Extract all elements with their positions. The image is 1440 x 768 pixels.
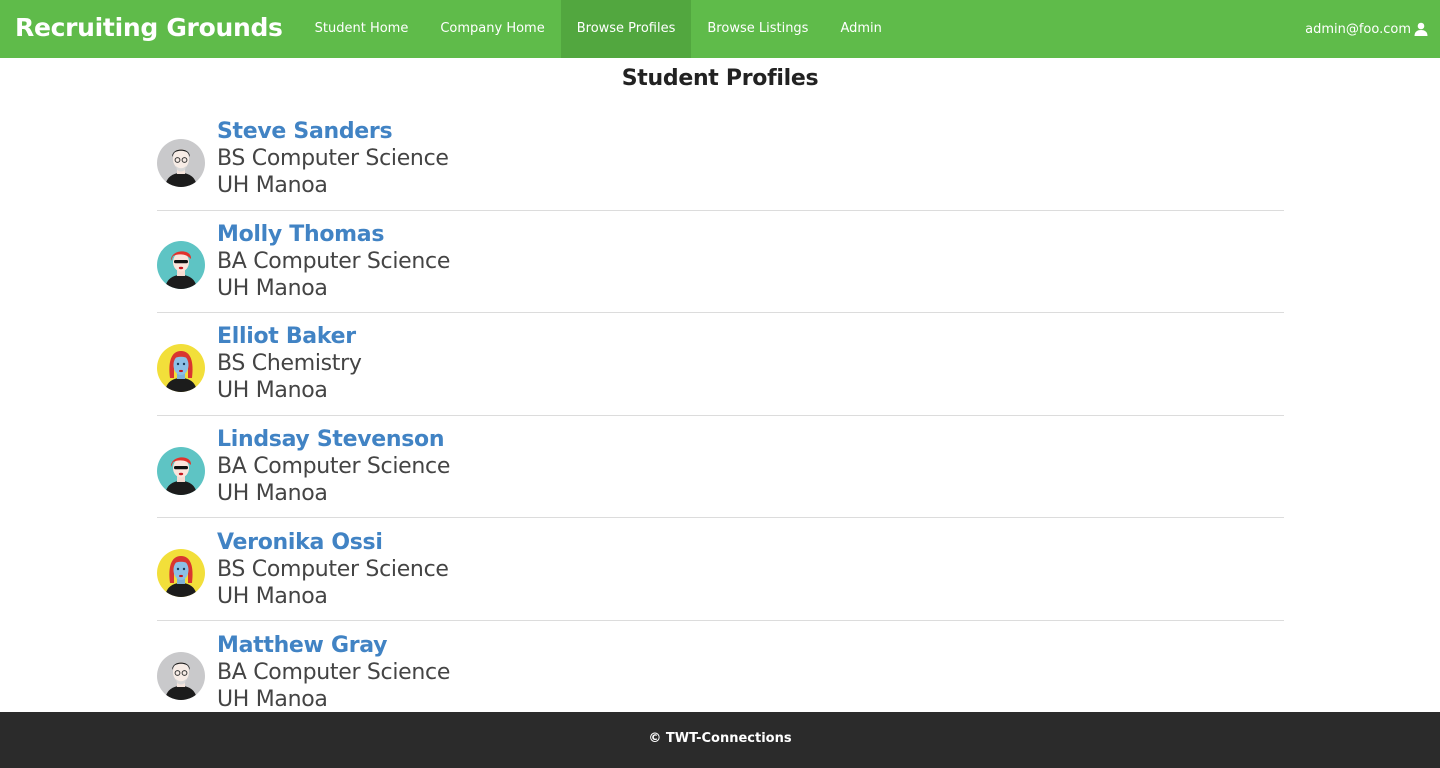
user-email: admin@foo.com	[1305, 21, 1411, 37]
profile-item: Steve Sanders BS Computer Science UH Man…	[157, 108, 1284, 211]
profile-school: UH Manoa	[217, 173, 328, 199]
profile-item: Molly Thomas BA Computer Science UH Mano…	[157, 211, 1284, 314]
profile-degree: BS Computer Science	[217, 146, 449, 172]
profile-info: Molly Thomas BA Computer Science UH Mano…	[217, 221, 450, 302]
profile-name-link[interactable]: Molly Thomas	[217, 221, 450, 248]
profile-school: UH Manoa	[217, 686, 328, 712]
profile-name-link[interactable]: Veronika Ossi	[217, 529, 449, 556]
profile-school: UH Manoa	[217, 481, 328, 507]
profile-school: UH Manoa	[217, 378, 328, 404]
profile-name-link[interactable]: Steve Sanders	[217, 118, 449, 145]
teal-redhair-avatar-icon[interactable]	[157, 241, 205, 290]
footer-copyright: © TWT-Connections	[648, 731, 792, 746]
user-menu[interactable]: admin@foo.com	[1305, 0, 1428, 58]
teal-redhair-avatar-icon[interactable]	[157, 446, 205, 495]
nav-company-home[interactable]: Company Home	[424, 0, 560, 58]
profile-item: Elliot Baker BS Chemistry UH Manoa	[157, 313, 1284, 416]
profile-item: Lindsay Stevenson BA Computer Science UH…	[157, 416, 1284, 519]
profile-info: Matthew Gray BA Computer Science UH Mano…	[217, 632, 450, 713]
gray-male-avatar-icon[interactable]	[157, 652, 205, 701]
nav-browse-listings[interactable]: Browse Listings	[691, 0, 824, 58]
footer: © TWT-Connections	[0, 712, 1440, 768]
brand-logo[interactable]: Recruiting Grounds	[0, 0, 299, 58]
profile-item: Matthew Gray BA Computer Science UH Mano…	[157, 621, 1284, 724]
nav-student-home[interactable]: Student Home	[299, 0, 425, 58]
profile-info: Lindsay Stevenson BA Computer Science UH…	[217, 426, 450, 507]
navbar: Recruiting Grounds Student Home Company …	[0, 0, 1440, 58]
profile-name-link[interactable]: Lindsay Stevenson	[217, 426, 450, 453]
profile-school: UH Manoa	[217, 583, 328, 609]
profile-info: Steve Sanders BS Computer Science UH Man…	[217, 118, 449, 199]
profile-name-link[interactable]: Elliot Baker	[217, 323, 362, 350]
yellow-bluehair-avatar-icon[interactable]	[157, 343, 205, 392]
profile-item: Veronika Ossi BS Computer Science UH Man…	[157, 518, 1284, 621]
yellow-bluehair-avatar-icon[interactable]	[157, 549, 205, 598]
nav-browse-profiles[interactable]: Browse Profiles	[560, 0, 692, 58]
profile-degree: BA Computer Science	[217, 454, 451, 480]
profile-name-link[interactable]: Matthew Gray	[217, 632, 450, 659]
profile-info: Elliot Baker BS Chemistry UH Manoa	[217, 323, 362, 404]
user-icon	[1414, 22, 1428, 36]
profile-school: UH Manoa	[217, 275, 328, 301]
profile-degree: BS Chemistry	[217, 351, 362, 377]
nav-admin[interactable]: Admin	[824, 0, 897, 58]
gray-male-avatar-icon[interactable]	[157, 138, 205, 187]
profile-degree: BA Computer Science	[217, 248, 451, 274]
profile-info: Veronika Ossi BS Computer Science UH Man…	[217, 529, 449, 610]
page-title: Student Profiles	[621, 66, 819, 91]
profile-degree: BA Computer Science	[217, 659, 451, 685]
profile-list: Steve Sanders BS Computer Science UH Man…	[157, 108, 1284, 724]
profile-degree: BS Computer Science	[217, 556, 449, 582]
nav-links: Student Home Company Home Browse Profile…	[299, 0, 898, 58]
